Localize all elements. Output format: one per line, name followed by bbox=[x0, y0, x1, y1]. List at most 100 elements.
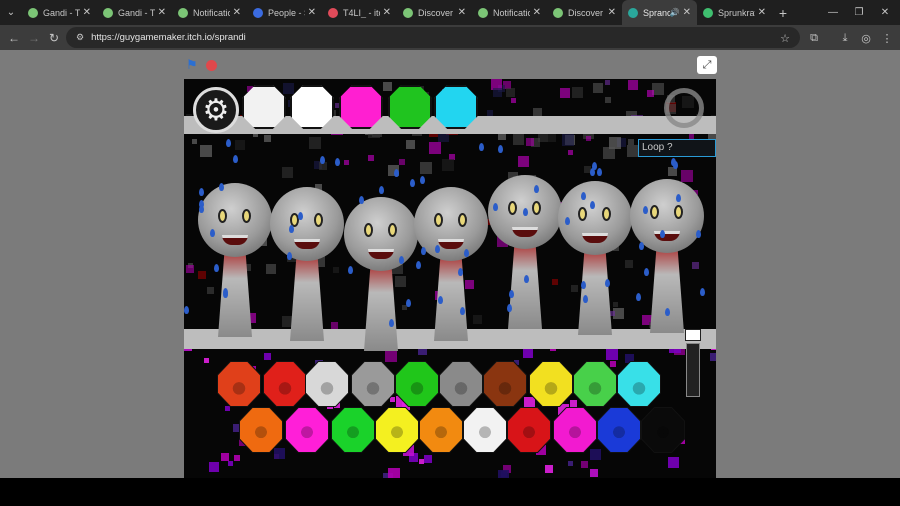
cyan-face-icon[interactable] bbox=[434, 85, 478, 129]
sound-button[interactable] bbox=[218, 362, 260, 406]
noise-pixel bbox=[383, 82, 393, 92]
tab-close-icon[interactable]: ✕ bbox=[308, 7, 316, 18]
raindrop-icon bbox=[581, 281, 587, 290]
noise-pixel bbox=[264, 135, 272, 143]
sprandi-character bbox=[198, 183, 274, 337]
tab-close-icon[interactable]: ✕ bbox=[83, 7, 91, 18]
noise-pixel bbox=[605, 79, 611, 85]
tab-close-icon[interactable]: ✕ bbox=[683, 7, 691, 18]
noise-pixel bbox=[522, 347, 533, 358]
browser-tab[interactable]: Spranc 🔊 ✕ bbox=[622, 0, 697, 25]
url-text: https://guygamemaker.itch.io/sprandi bbox=[91, 32, 246, 43]
fullscreen-icon[interactable]: ⤢ bbox=[697, 56, 717, 74]
figure-body bbox=[686, 343, 700, 397]
noise-pixel bbox=[609, 360, 616, 367]
browser-tab[interactable]: Notificatio ✕ bbox=[172, 0, 247, 25]
noise-pixel bbox=[274, 447, 286, 459]
noise-pixel bbox=[568, 461, 574, 467]
download-icon[interactable]: ⤓ bbox=[834, 27, 856, 49]
noise-pixel bbox=[368, 155, 375, 162]
browser-tab[interactable]: Gandi - Th✕ bbox=[22, 0, 97, 25]
site-info-icon[interactable]: ⚙ bbox=[76, 32, 84, 43]
browser-tab[interactable]: Notificatio ✕ bbox=[472, 0, 547, 25]
noise-pixel bbox=[233, 455, 240, 462]
tab-close-icon[interactable]: ✕ bbox=[458, 7, 466, 18]
noise-pixel bbox=[605, 347, 618, 360]
eye-icon bbox=[242, 209, 251, 223]
raindrop-icon bbox=[420, 175, 426, 184]
loop-toggle[interactable]: Loop ? bbox=[638, 139, 716, 157]
restore-icon[interactable]: ❐ bbox=[846, 0, 872, 25]
noise-pixel bbox=[518, 156, 530, 167]
raindrop-icon bbox=[523, 274, 529, 283]
tophat-character-icon[interactable] bbox=[680, 329, 706, 399]
forward-icon[interactable]: → bbox=[23, 27, 45, 49]
white-face-2-icon[interactable] bbox=[290, 85, 334, 129]
address-bar[interactable]: ⚙ https://guygamemaker.itch.io/sprandi bbox=[66, 27, 800, 48]
reload-icon[interactable]: ↻ bbox=[43, 27, 65, 49]
menu-kebab-icon[interactable]: ⋮ bbox=[876, 27, 898, 49]
profile-icon[interactable]: ◎ bbox=[855, 27, 877, 49]
game-stage[interactable] bbox=[184, 79, 716, 478]
eye-icon bbox=[578, 207, 587, 221]
gear-icon[interactable]: ⚙ bbox=[193, 87, 239, 133]
magenta-face-icon[interactable] bbox=[339, 85, 383, 129]
white-face-icon[interactable] bbox=[242, 85, 286, 129]
tab-title: Gandi - Th bbox=[118, 7, 155, 18]
browser-tab[interactable]: Discover / ✕ bbox=[547, 0, 622, 25]
bookmark-star-icon[interactable]: ☆ bbox=[774, 27, 796, 49]
tab-close-icon[interactable]: ✕ bbox=[608, 7, 616, 18]
audio-playing-icon[interactable]: 🔊 bbox=[670, 8, 680, 17]
eye-icon bbox=[532, 201, 541, 215]
browser-tab[interactable]: T4LI_ - itch✕ bbox=[322, 0, 397, 25]
eye-icon bbox=[364, 223, 373, 237]
tab-title: Discover / bbox=[568, 7, 605, 18]
raindrop-icon bbox=[642, 205, 648, 214]
tab-search-chevron-icon[interactable]: ⌄ bbox=[0, 0, 22, 25]
tab-close-icon[interactable]: ✕ bbox=[758, 7, 766, 18]
noise-pixel bbox=[343, 160, 349, 166]
character-body bbox=[650, 243, 684, 333]
tab-title: Notificatio bbox=[193, 7, 230, 18]
browser-tab[interactable]: Gandi - Th✕ bbox=[97, 0, 172, 25]
noise-pixel bbox=[224, 405, 230, 411]
raindrop-icon bbox=[421, 246, 427, 255]
noise-pixel bbox=[571, 86, 583, 98]
character-body bbox=[508, 239, 542, 329]
raindrop-icon bbox=[638, 242, 644, 251]
tab-close-icon[interactable]: ✕ bbox=[158, 7, 166, 18]
raindrop-icon bbox=[226, 139, 232, 148]
noise-pixel bbox=[191, 138, 197, 144]
noise-pixel bbox=[562, 134, 575, 147]
noise-pixel bbox=[493, 87, 503, 97]
raindrop-icon bbox=[522, 208, 528, 217]
raindrop-icon bbox=[210, 228, 216, 237]
noise-pixel bbox=[511, 97, 517, 103]
noise-pixel bbox=[544, 464, 553, 473]
raindrop-icon bbox=[388, 318, 394, 327]
browser-tab[interactable]: Discover / ✕ bbox=[397, 0, 472, 25]
minimize-icon[interactable]: — bbox=[820, 0, 846, 25]
raindrop-icon bbox=[437, 296, 443, 305]
eye-icon bbox=[314, 213, 323, 227]
browser-tab[interactable]: People - S✕ bbox=[247, 0, 322, 25]
extensions-icon[interactable]: ⧉ bbox=[803, 27, 825, 49]
green-flag-icon[interactable]: ⚑ bbox=[186, 58, 200, 72]
back-icon[interactable]: ← bbox=[3, 27, 25, 49]
reset-ring-icon[interactable] bbox=[664, 88, 704, 128]
tab-favicon-icon bbox=[478, 7, 488, 18]
close-window-icon[interactable]: ✕ bbox=[872, 0, 898, 25]
tab-close-icon[interactable]: ✕ bbox=[233, 7, 241, 18]
raindrop-icon bbox=[699, 288, 705, 297]
eye-icon bbox=[434, 213, 443, 227]
tab-close-icon[interactable]: ✕ bbox=[383, 7, 391, 18]
green-face-icon[interactable] bbox=[388, 85, 432, 129]
tab-close-icon[interactable]: ✕ bbox=[533, 7, 541, 18]
tab-title: Discover / bbox=[418, 7, 455, 18]
noise-pixel bbox=[220, 452, 229, 461]
eye-icon bbox=[674, 205, 683, 219]
new-tab-button[interactable]: + bbox=[772, 5, 794, 21]
browser-tab[interactable]: Sprunkrat ✕ bbox=[697, 0, 772, 25]
tab-title: Spranc bbox=[643, 7, 670, 18]
stop-icon[interactable] bbox=[206, 60, 217, 71]
